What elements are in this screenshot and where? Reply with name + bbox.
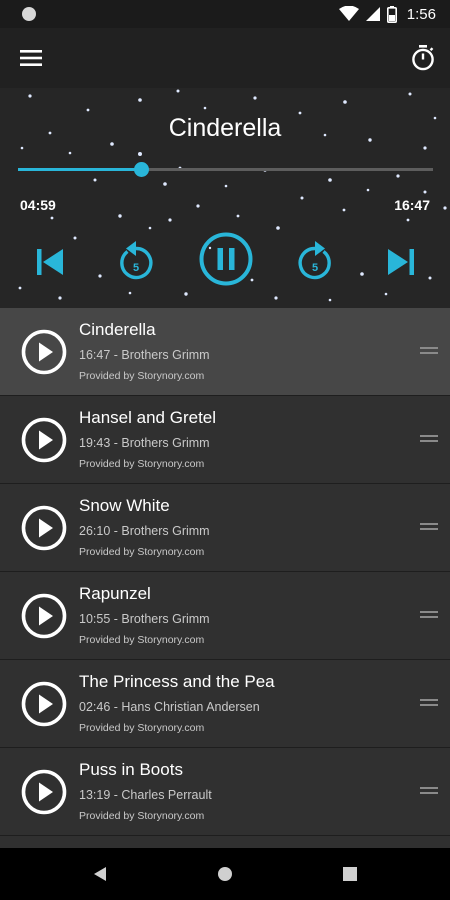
hamburger-icon <box>20 50 42 66</box>
play-story-button[interactable] <box>21 505 67 551</box>
story-row[interactable]: Hansel and Gretel 19:43 - Brothers Grimm P… <box>0 396 450 484</box>
story-title: Puss in Boots <box>79 760 183 779</box>
elapsed-time: 04:59 <box>20 197 56 213</box>
status-bar: 1:56 <box>0 0 450 28</box>
story-duration-author: 16:47 - Brothers Grimm <box>79 348 210 362</box>
drag-handle-icon[interactable] <box>420 347 438 357</box>
story-title: The Princess and the Pea <box>79 672 275 691</box>
next-button[interactable] <box>381 244 421 280</box>
nav-recents-button[interactable] <box>338 862 362 886</box>
svg-text:5: 5 <box>312 262 318 274</box>
story-title: Hansel and Gretel <box>79 408 217 427</box>
recents-square-icon <box>343 867 357 881</box>
home-circle-icon <box>218 867 232 881</box>
skip-previous-icon <box>37 249 63 275</box>
story-duration-author: 02:46 - Hans Christian Andersen <box>79 700 260 714</box>
system-nav-bar <box>0 848 450 900</box>
story-duration-author: 10:55 - Brothers Grimm <box>79 612 210 626</box>
pause-circle-icon <box>199 232 253 286</box>
play-circle-icon <box>21 417 67 463</box>
play-circle-icon <box>21 769 67 815</box>
status-icons: 1:56 <box>338 4 436 24</box>
nav-home-button[interactable] <box>213 862 237 886</box>
svg-text:5: 5 <box>133 262 139 274</box>
notification-dot-icon <box>22 7 36 21</box>
app-bar <box>0 28 450 88</box>
total-time: 16:47 <box>394 197 430 213</box>
nav-back-button[interactable] <box>88 862 112 886</box>
forward-5-button[interactable]: 5 <box>292 235 338 285</box>
rewind-5-button[interactable]: 5 <box>113 235 159 285</box>
story-row[interactable]: Snow White 26:10 - Brothers Grimm Provided… <box>0 484 450 572</box>
story-provider: Provided by Storynory.com <box>79 634 205 646</box>
forward-5-icon: 5 <box>298 241 331 280</box>
sleep-timer-button[interactable] <box>406 41 440 75</box>
play-circle-icon <box>21 681 67 727</box>
story-duration-author: 19:43 - Brothers Grimm <box>79 436 210 450</box>
skip-next-icon <box>388 249 414 275</box>
signal-icon <box>365 7 380 21</box>
story-title: Cinderella <box>79 320 156 339</box>
story-duration-author: 13:19 - Charles Perrault <box>79 788 212 802</box>
play-story-button[interactable] <box>21 329 67 375</box>
status-time: 1:56 <box>406 5 436 23</box>
story-row[interactable]: Rapunzel 10:55 - Brothers Grimm Provided b… <box>0 572 450 660</box>
drag-handle-icon[interactable] <box>420 787 438 797</box>
story-title: Rapunzel <box>79 584 151 603</box>
play-story-button[interactable] <box>21 769 67 815</box>
story-provider: Provided by Storynory.com <box>79 546 205 558</box>
story-row[interactable]: Cinderella 16:47 - Brothers Grimm Provided… <box>0 308 450 396</box>
drag-handle-icon[interactable] <box>420 523 438 533</box>
story-row[interactable]: The Princess and the Pea 02:46 - Hans Chr… <box>0 660 450 748</box>
play-circle-icon <box>21 593 67 639</box>
wifi-icon <box>338 6 359 21</box>
story-provider: Provided by Storynory.com <box>79 810 205 822</box>
previous-button[interactable] <box>30 244 70 280</box>
story-row[interactable]: Puss in Boots 13:19 - Charles Perrault Pro… <box>0 748 450 836</box>
stopwatch-icon <box>412 45 434 71</box>
battery-icon <box>386 5 397 23</box>
play-circle-icon <box>21 505 67 551</box>
now-playing-title: Cinderella <box>168 114 282 142</box>
story-duration-author: 26:10 - Brothers Grimm <box>79 524 210 538</box>
story-provider: Provided by Storynory.com <box>79 370 205 382</box>
story-list: Cinderella 16:47 - Brothers Grimm Provided… <box>0 308 450 848</box>
playback-controls: 5 5 <box>0 231 450 291</box>
story-provider: Provided by Storynory.com <box>79 722 205 734</box>
replay-5-icon: 5 <box>120 241 153 280</box>
menu-button[interactable] <box>14 42 48 74</box>
drag-handle-icon[interactable] <box>420 699 438 709</box>
story-title: Snow White <box>79 496 170 515</box>
play-circle-icon <box>21 329 67 375</box>
back-triangle-icon <box>94 867 106 881</box>
pause-button[interactable] <box>198 231 254 287</box>
play-story-button[interactable] <box>21 681 67 727</box>
drag-handle-icon[interactable] <box>420 611 438 621</box>
play-story-button[interactable] <box>21 417 67 463</box>
play-story-button[interactable] <box>21 593 67 639</box>
seek-bar-fill <box>18 168 142 171</box>
drag-handle-icon[interactable] <box>420 435 438 445</box>
now-playing-panel: Cinderella 04:59 16:47 5 5 <box>0 88 450 308</box>
story-provider: Provided by Storynory.com <box>79 458 205 470</box>
seek-bar[interactable] <box>18 162 433 177</box>
